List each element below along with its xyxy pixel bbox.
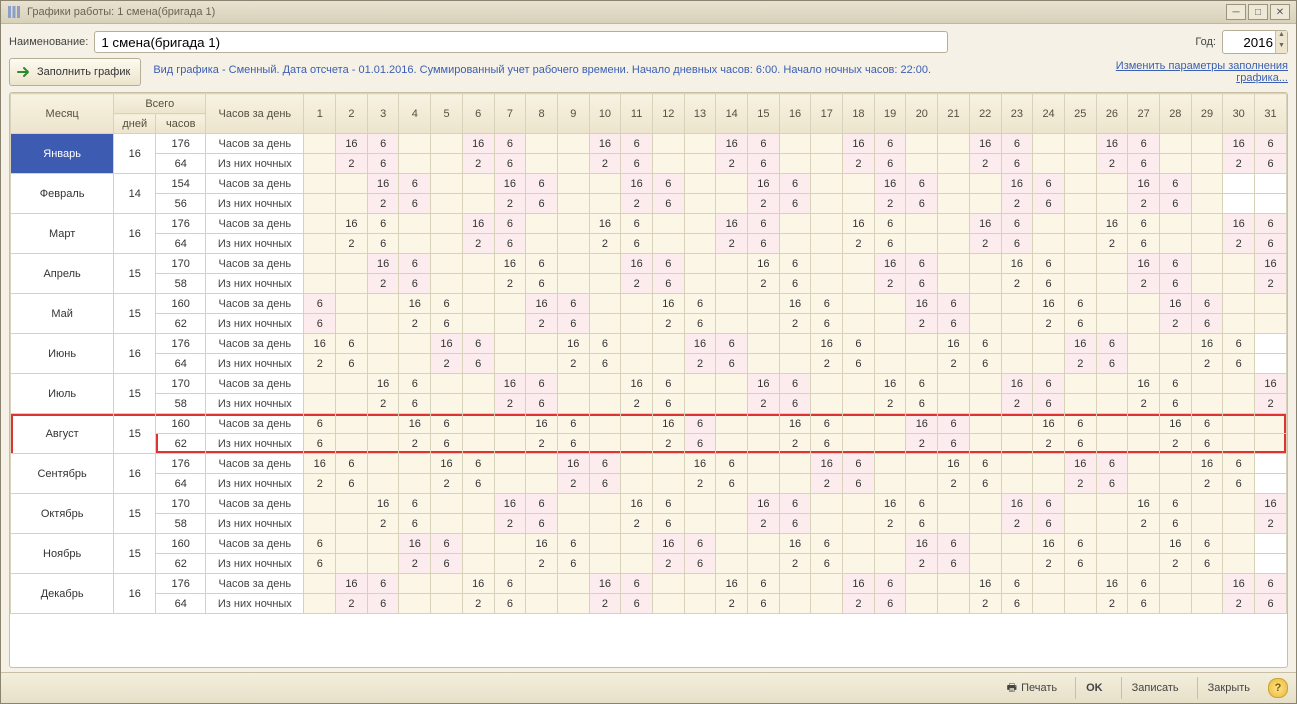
table-row[interactable]: 58Из них ночных262626262626262 xyxy=(11,394,1287,414)
col-day-18[interactable]: 18 xyxy=(843,94,875,134)
table-row[interactable]: Август15160Часов за день6166166166166166… xyxy=(11,414,1287,434)
printer-icon: 🖶 xyxy=(1007,679,1017,698)
fill-button-label: Заполнить график xyxy=(37,66,130,78)
col-day-26[interactable]: 26 xyxy=(1096,94,1128,134)
save-button[interactable]: Записать xyxy=(1121,677,1187,699)
col-day-11[interactable]: 11 xyxy=(621,94,653,134)
col-day-1[interactable]: 1 xyxy=(304,94,336,134)
table-row[interactable]: 56Из них ночных26262626262626 xyxy=(11,194,1287,214)
ok-button[interactable]: OK xyxy=(1075,677,1111,699)
maximize-button[interactable]: □ xyxy=(1248,4,1268,20)
col-hours[interactable]: часов xyxy=(156,114,206,134)
arrow-right-icon xyxy=(16,64,32,80)
window-title: Графики работы: 1 смена(бригада 1) xyxy=(27,6,215,18)
table-row[interactable]: Апрель15170Часов за день1661661661661661… xyxy=(11,254,1287,274)
table-row[interactable]: 64Из них ночных2626262626262626 xyxy=(11,594,1287,614)
name-input[interactable] xyxy=(94,31,948,53)
col-day-15[interactable]: 15 xyxy=(748,94,780,134)
table-row[interactable]: Сентябрь16176Часов за день16616616616616… xyxy=(11,454,1287,474)
table-row[interactable]: 58Из них ночных262626262626262 xyxy=(11,514,1287,534)
table-row[interactable]: Май15160Часов за день6166166166166166166… xyxy=(11,294,1287,314)
col-day-22[interactable]: 22 xyxy=(969,94,1001,134)
table-row[interactable]: Ноябрь15160Часов за день6166166166166166… xyxy=(11,534,1287,554)
col-day-19[interactable]: 19 xyxy=(874,94,906,134)
table-row[interactable]: 64Из них ночных2626262626262626 xyxy=(11,474,1287,494)
col-days[interactable]: дней xyxy=(114,114,156,134)
col-day-10[interactable]: 10 xyxy=(589,94,621,134)
col-day-9[interactable]: 9 xyxy=(557,94,589,134)
col-day-28[interactable]: 28 xyxy=(1159,94,1191,134)
table-row[interactable]: Март16176Часов за день166166166166166166… xyxy=(11,214,1287,234)
help-button[interactable]: ? xyxy=(1268,678,1288,698)
titlebar: Графики работы: 1 смена(бригада 1) ─ □ ✕ xyxy=(1,1,1296,24)
col-day-29[interactable]: 29 xyxy=(1191,94,1223,134)
table-row[interactable]: 64Из них ночных2626262626262626 xyxy=(11,234,1287,254)
col-day-23[interactable]: 23 xyxy=(1001,94,1033,134)
year-up[interactable]: ▲ xyxy=(1275,31,1287,42)
col-day-3[interactable]: 3 xyxy=(367,94,399,134)
table-row[interactable]: Февраль14154Часов за день166166166166166… xyxy=(11,174,1287,194)
col-day-27[interactable]: 27 xyxy=(1128,94,1160,134)
col-day-12[interactable]: 12 xyxy=(652,94,684,134)
fill-schedule-button[interactable]: Заполнить график xyxy=(9,58,141,86)
table-row[interactable]: 64Из них ночных2626262626262626 xyxy=(11,154,1287,174)
col-total[interactable]: Всего xyxy=(114,94,206,114)
col-day-5[interactable]: 5 xyxy=(431,94,463,134)
year-label: Год: xyxy=(1195,36,1216,48)
col-day-20[interactable]: 20 xyxy=(906,94,938,134)
table-row[interactable]: 64Из них ночных2626262626262626 xyxy=(11,354,1287,374)
minimize-button[interactable]: ─ xyxy=(1226,4,1246,20)
print-button[interactable]: 🖶Печать xyxy=(999,677,1065,699)
footer-toolbar: 🖶Печать OK Записать Закрыть ? xyxy=(1,672,1296,703)
col-day-21[interactable]: 21 xyxy=(938,94,970,134)
col-day-14[interactable]: 14 xyxy=(716,94,748,134)
col-day-16[interactable]: 16 xyxy=(779,94,811,134)
col-day-4[interactable]: 4 xyxy=(399,94,431,134)
col-day-7[interactable]: 7 xyxy=(494,94,526,134)
close-button[interactable]: ✕ xyxy=(1270,4,1290,20)
table-row[interactable]: Октябрь15170Часов за день166166166166166… xyxy=(11,494,1287,514)
table-row[interactable]: 62Из них ночных626262626262626 xyxy=(11,434,1287,454)
change-params-link[interactable]: Изменить параметры заполнения графика... xyxy=(1088,58,1288,84)
close-footer-button[interactable]: Закрыть xyxy=(1197,677,1258,699)
year-down[interactable]: ▼ xyxy=(1275,42,1287,53)
table-row[interactable]: Июнь16176Часов за день166166166166166166… xyxy=(11,334,1287,354)
col-day-13[interactable]: 13 xyxy=(684,94,716,134)
table-row[interactable]: 62Из них ночных626262626262626 xyxy=(11,314,1287,334)
table-row[interactable]: Июль15170Часов за день166166166166166166… xyxy=(11,374,1287,394)
col-day-24[interactable]: 24 xyxy=(1033,94,1065,134)
col-day-25[interactable]: 25 xyxy=(1064,94,1096,134)
col-month[interactable]: Месяц xyxy=(11,94,114,134)
col-day-17[interactable]: 17 xyxy=(811,94,843,134)
col-day-6[interactable]: 6 xyxy=(462,94,494,134)
col-day-2[interactable]: 2 xyxy=(336,94,368,134)
col-rowlabel[interactable]: Часов за день xyxy=(206,94,304,134)
col-day-30[interactable]: 30 xyxy=(1223,94,1255,134)
schedule-grid[interactable]: МесяцВсегоЧасов за день12345678910111213… xyxy=(9,92,1288,668)
col-day-31[interactable]: 31 xyxy=(1255,94,1287,134)
table-row[interactable]: Январь16176Часов за день1661661661661661… xyxy=(11,134,1287,154)
col-day-8[interactable]: 8 xyxy=(526,94,558,134)
app-icon xyxy=(7,5,21,19)
name-label: Наименование: xyxy=(9,36,88,48)
table-row[interactable]: 62Из них ночных626262626262626 xyxy=(11,554,1287,574)
table-row[interactable]: Декабрь16176Часов за день166166166166166… xyxy=(11,574,1287,594)
table-row[interactable]: 58Из них ночных262626262626262 xyxy=(11,274,1287,294)
schedule-info: Вид графика - Сменный. Дата отсчета - 01… xyxy=(153,58,1076,76)
